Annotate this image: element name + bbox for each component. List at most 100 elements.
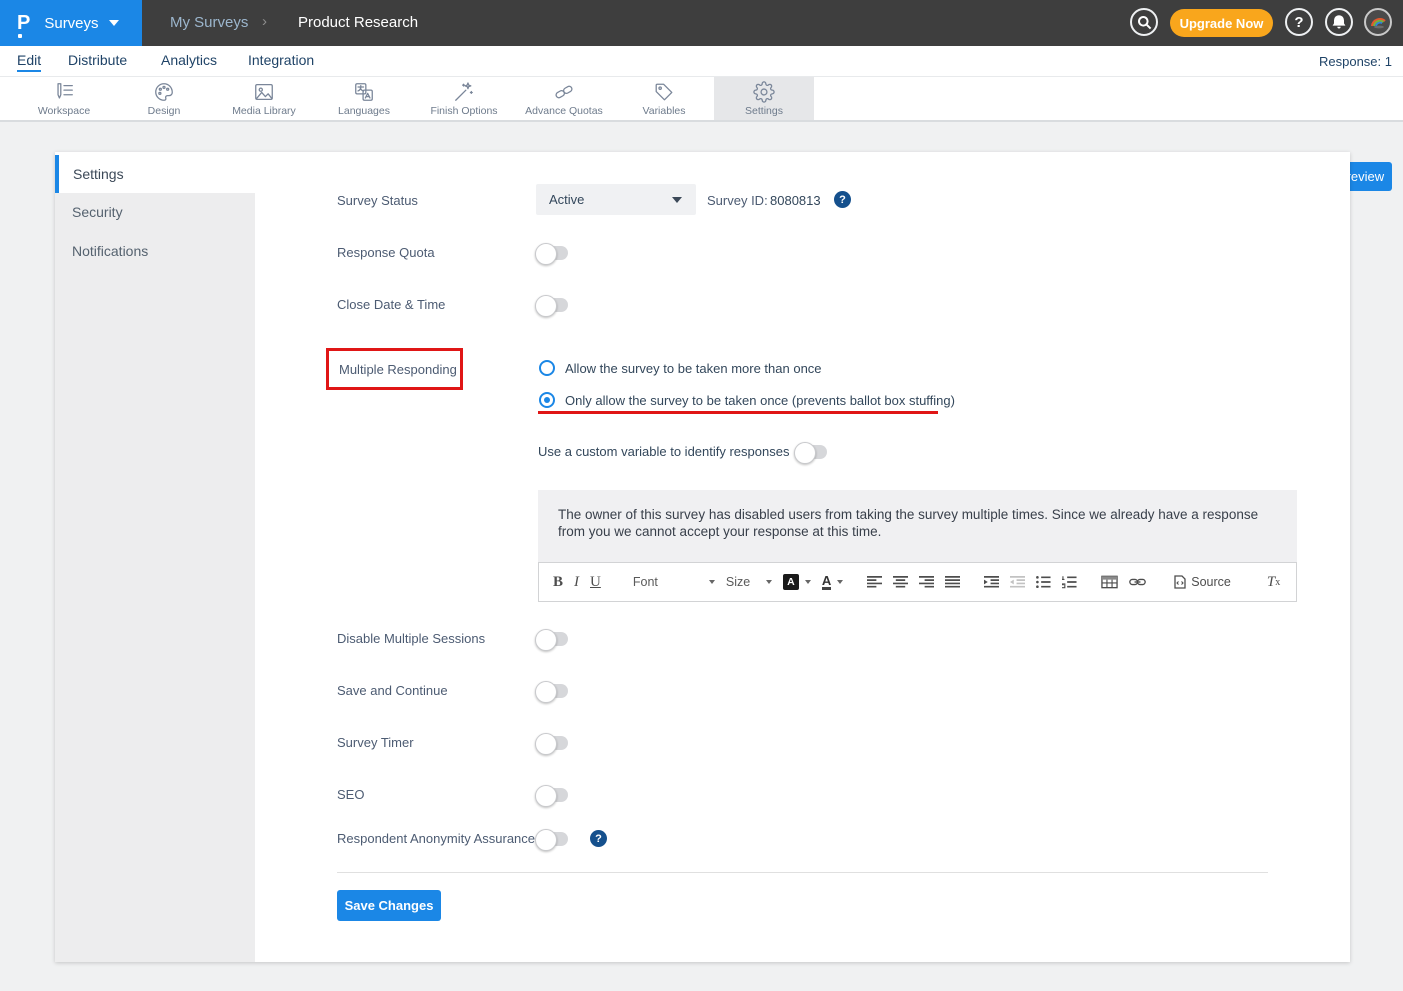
- survey-status-label: Survey Status: [337, 193, 418, 208]
- bold-button[interactable]: B: [553, 574, 563, 591]
- top-navbar: P Surveys My Surveys › Product Research …: [0, 0, 1403, 46]
- size-dropdown[interactable]: Size: [726, 575, 772, 589]
- insert-link-button[interactable]: [1129, 576, 1146, 588]
- respondent-anonymity-toggle[interactable]: [538, 832, 568, 846]
- ribbon-item-design[interactable]: Design: [114, 77, 214, 120]
- tab-analytics[interactable]: Analytics: [161, 52, 217, 68]
- app-logo-block[interactable]: P Surveys: [0, 0, 142, 46]
- search-icon: [1137, 15, 1152, 30]
- font-dropdown[interactable]: Font: [633, 575, 715, 589]
- radio-only-once-label[interactable]: Only allow the survey to be taken once (…: [565, 393, 955, 408]
- ribbon-item-languages[interactable]: Languages: [314, 77, 414, 120]
- align-right-button[interactable]: [919, 575, 934, 589]
- chevron-down-icon: [805, 580, 811, 584]
- align-left-button[interactable]: [867, 575, 882, 589]
- numbered-list-button[interactable]: [1062, 575, 1077, 589]
- custom-variable-label: Use a custom variable to identify respon…: [538, 444, 789, 459]
- avatar-logo-icon: [1368, 12, 1388, 32]
- seo-toggle[interactable]: [538, 788, 568, 802]
- translate-icon: [353, 81, 375, 103]
- ribbon-label: Languages: [338, 105, 390, 117]
- disabled-message-box[interactable]: The owner of this survey has disabled us…: [538, 490, 1297, 562]
- save-and-continue-toggle[interactable]: [538, 684, 568, 698]
- align-right-icon: [919, 575, 934, 589]
- tab-integration[interactable]: Integration: [248, 52, 314, 68]
- chevron-down-icon: [766, 580, 772, 584]
- annotation-underline: [538, 411, 938, 414]
- design-palette-icon: [153, 81, 175, 103]
- breadcrumb-current: Product Research: [298, 14, 418, 31]
- background-color-button[interactable]: A: [783, 574, 811, 590]
- radio-allow-multiple-label[interactable]: Allow the survey to be taken more than o…: [565, 361, 822, 376]
- breadcrumb-parent[interactable]: My Surveys: [170, 14, 248, 31]
- ribbon-label: Settings: [745, 105, 783, 117]
- image-icon: [253, 81, 275, 103]
- remove-format-button[interactable]: Tx: [1267, 574, 1280, 591]
- text-color-button[interactable]: A: [822, 574, 843, 590]
- close-date-time-toggle[interactable]: [538, 298, 568, 312]
- insert-table-button[interactable]: [1101, 575, 1118, 589]
- source-document-icon: [1174, 575, 1186, 589]
- text-color-icon: A: [822, 574, 831, 590]
- help-button[interactable]: ?: [1285, 8, 1313, 36]
- link-icon: [1129, 576, 1146, 588]
- align-center-button[interactable]: [893, 575, 908, 589]
- justify-button[interactable]: [945, 575, 960, 589]
- source-button[interactable]: Source: [1174, 575, 1231, 589]
- sidebar-item-settings[interactable]: Settings: [55, 155, 255, 193]
- gear-icon: [753, 81, 775, 103]
- source-label: Source: [1191, 575, 1231, 589]
- disable-multiple-sessions-toggle[interactable]: [538, 632, 568, 646]
- justify-icon: [945, 575, 960, 589]
- survey-id-help-icon[interactable]: ?: [834, 191, 851, 208]
- magic-wand-icon: [453, 81, 475, 103]
- tab-distribute[interactable]: Distribute: [68, 52, 127, 68]
- bullet-list-button[interactable]: [1036, 575, 1051, 589]
- questionpro-logo-icon: P: [17, 13, 30, 33]
- save-changes-button[interactable]: Save Changes: [337, 890, 441, 921]
- ribbon-item-variables[interactable]: Variables: [614, 77, 714, 120]
- custom-variable-toggle[interactable]: [797, 445, 827, 459]
- font-dropdown-label: Font: [633, 575, 658, 589]
- workspace-icon: [53, 81, 75, 103]
- numbered-list-icon: [1062, 575, 1077, 589]
- ribbon-item-advance-quotas[interactable]: Advance Quotas: [514, 77, 614, 120]
- indent-increase-button[interactable]: [984, 575, 999, 589]
- ribbon-item-media-library[interactable]: Media Library: [214, 77, 314, 120]
- survey-id-label: Survey ID:: [707, 193, 768, 208]
- chevron-down-icon: [837, 580, 843, 584]
- bullet-list-icon: [1036, 575, 1051, 589]
- product-switcher-label: Surveys: [44, 15, 98, 32]
- survey-id-value: 8080813: [770, 193, 821, 208]
- ribbon-label: Workspace: [38, 105, 90, 117]
- settings-sidebar: Security Notifications: [55, 193, 255, 962]
- size-dropdown-label: Size: [726, 575, 750, 589]
- help-icon: ?: [1294, 14, 1303, 31]
- multiple-responding-label: Multiple Responding: [339, 362, 457, 377]
- ribbon-item-workspace[interactable]: Workspace: [14, 77, 114, 120]
- notifications-button[interactable]: [1325, 8, 1353, 36]
- upgrade-now-button[interactable]: Upgrade Now: [1170, 9, 1273, 37]
- underline-button[interactable]: U: [590, 574, 601, 591]
- radio-only-once[interactable]: [539, 392, 555, 408]
- ribbon-item-finish-options[interactable]: Finish Options: [414, 77, 514, 120]
- indent-decrease-button[interactable]: [1010, 575, 1025, 589]
- response-quota-toggle[interactable]: [538, 246, 568, 260]
- survey-status-select[interactable]: Active: [536, 184, 696, 215]
- chain-link-icon: [553, 81, 575, 103]
- disable-multiple-sessions-label: Disable Multiple Sessions: [337, 631, 485, 646]
- sidebar-item-security[interactable]: Security: [55, 193, 255, 232]
- ribbon-item-settings[interactable]: Settings: [714, 77, 814, 120]
- align-center-icon: [893, 575, 908, 589]
- italic-button[interactable]: I: [574, 574, 579, 591]
- chevron-down-icon: [109, 20, 119, 26]
- survey-timer-toggle[interactable]: [538, 736, 568, 750]
- tab-edit[interactable]: Edit: [17, 52, 41, 72]
- respondent-anonymity-help-icon[interactable]: ?: [590, 830, 607, 847]
- response-count[interactable]: Response: 1: [1319, 54, 1392, 69]
- ribbon-label: Finish Options: [430, 105, 497, 117]
- radio-allow-multiple[interactable]: [539, 360, 555, 376]
- user-avatar[interactable]: [1364, 8, 1392, 36]
- search-button[interactable]: [1130, 8, 1158, 36]
- sidebar-item-notifications[interactable]: Notifications: [55, 232, 255, 271]
